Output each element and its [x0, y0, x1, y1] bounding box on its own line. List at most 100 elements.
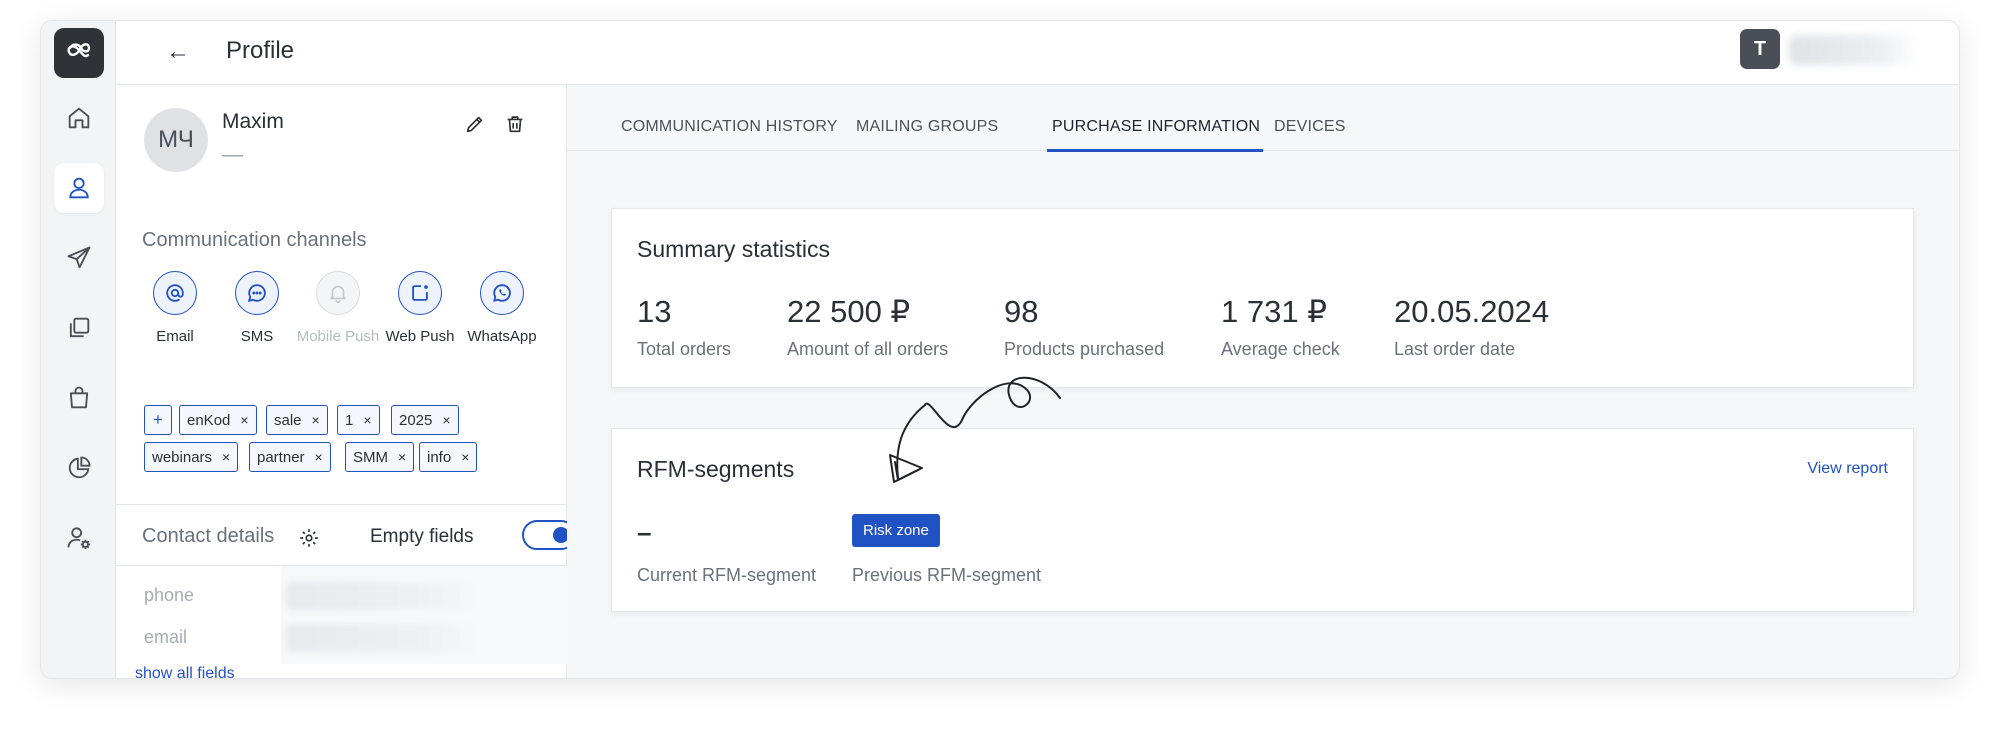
web-push-icon [412, 285, 428, 301]
sidebar-item-analytics[interactable] [54, 443, 104, 493]
current-rfm-value: – [637, 517, 652, 547]
rfm-segments-card: RFM-segments View report – Current RFM-s… [611, 428, 1914, 612]
channel-label: Mobile Push [296, 328, 380, 345]
stat-label: Amount of all orders [787, 339, 949, 359]
tab-purchase-information[interactable]: PURCHASE INFORMATION [1052, 118, 1260, 136]
remove-tag-icon[interactable]: × [240, 412, 248, 428]
stat-total-orders: 13 Total orders [637, 294, 731, 360]
stat-amount: 22 500 ₽ Amount of all orders [787, 294, 948, 360]
bag-icon [69, 386, 89, 409]
previous-rfm-badge: Risk zone [852, 514, 940, 547]
empty-fields-label: Empty fields [370, 526, 474, 547]
remove-tag-icon[interactable]: × [398, 449, 406, 465]
channel-label: Web Push [385, 328, 455, 345]
user-gear-icon [67, 527, 91, 550]
stat-value: 22 500 ₽ [787, 294, 911, 329]
contact-details-title: Contact details [142, 525, 275, 547]
stat-value: 98 [1004, 294, 1039, 329]
stat-label: Total orders [637, 339, 732, 359]
tag: 2025 × [391, 405, 459, 435]
stat-label: Products purchased [1004, 339, 1165, 359]
gear-icon[interactable] [298, 527, 320, 549]
tag: webinars × [144, 442, 239, 472]
channel-web-push[interactable]: Web Push [377, 271, 463, 345]
channel-label: SMS [240, 328, 274, 345]
add-tag-button[interactable]: + [144, 405, 172, 435]
tag: 1 × [337, 405, 380, 435]
channel-email[interactable]: Email [132, 271, 218, 345]
channel-mobile-push[interactable]: Mobile Push [295, 271, 381, 345]
contact-avatar: МЧ [144, 108, 208, 172]
whatsapp-icon [493, 284, 511, 302]
chat-icon [247, 284, 266, 303]
remove-tag-icon[interactable]: × [461, 449, 469, 465]
tag: info × [419, 442, 478, 472]
tab-devices[interactable]: DEVICES [1274, 118, 1346, 136]
channel-label: Email [156, 328, 194, 345]
remove-tag-icon[interactable]: × [363, 412, 371, 428]
remove-tag-icon[interactable]: × [222, 449, 230, 465]
back-button[interactable]: ← [166, 38, 190, 66]
divider [116, 504, 566, 505]
tag-label: 1 [345, 411, 354, 429]
view-report-link[interactable]: View report [1807, 460, 1888, 478]
phone-value-blurred [286, 582, 476, 610]
field-label-phone: phone [144, 585, 195, 605]
user-icon [69, 177, 89, 199]
tag: SMM × [345, 442, 415, 472]
sidebar-item-contacts[interactable] [54, 163, 104, 213]
profile-panel: МЧ Maxim — Communication channels Email [116, 85, 576, 678]
contact-subtitle: — [222, 143, 243, 166]
contact-name: Maxim [222, 110, 284, 133]
channel-sms[interactable]: SMS [214, 271, 300, 345]
main-content: COMMUNICATION HISTORY MAILING GROUPS PUR… [567, 85, 1959, 678]
summary-title: Summary statistics [637, 236, 830, 262]
channel-label: WhatsApp [467, 328, 537, 345]
sidebar [41, 21, 116, 678]
field-label-email: email [144, 627, 188, 647]
app-window: ← Profile T МЧ Maxim — Communication cha… [40, 20, 1960, 679]
email-value-blurred [286, 624, 476, 652]
at-icon [166, 284, 184, 302]
tab-mailing-groups[interactable]: MAILING GROUPS [856, 118, 998, 136]
tag-label: enKod [187, 411, 231, 429]
sidebar-item-user-settings[interactable] [54, 513, 104, 563]
remove-tag-icon[interactable]: × [442, 412, 450, 428]
app-logo[interactable] [54, 28, 104, 78]
channel-whatsapp[interactable]: WhatsApp [459, 271, 545, 345]
tab-communication-history[interactable]: COMMUNICATION HISTORY [621, 118, 838, 136]
tag-label: partner [257, 448, 305, 466]
edit-icon[interactable] [464, 113, 486, 135]
stat-value: 1 731 ₽ [1221, 294, 1327, 329]
sidebar-item-home[interactable] [54, 93, 104, 143]
stat-label: Average check [1221, 339, 1340, 359]
remove-tag-icon[interactable]: × [315, 449, 323, 465]
tag-label: sale [274, 411, 302, 429]
previous-rfm-label: Previous RFM-segment [852, 565, 1042, 585]
tag: enKod × [179, 405, 257, 435]
stat-label: Last order date [1394, 339, 1516, 359]
top-header: ← Profile T [116, 21, 1959, 85]
channels-title: Communication channels [142, 229, 367, 251]
tag-label: SMM [353, 448, 388, 466]
home-icon [68, 107, 90, 129]
current-rfm-label: Current RFM-segment [637, 565, 817, 585]
sidebar-item-shop[interactable] [54, 373, 104, 423]
tag-label: webinars [152, 448, 213, 466]
user-name-blurred[interactable] [1789, 35, 1919, 65]
stat-average-check: 1 731 ₽ Average check [1221, 294, 1340, 360]
sidebar-item-campaigns[interactable] [54, 233, 104, 283]
trash-icon[interactable] [504, 113, 526, 135]
tag: partner × [249, 442, 331, 472]
active-tab-indicator [1047, 149, 1263, 152]
user-avatar[interactable]: T [1740, 29, 1780, 69]
copy-icon [69, 317, 90, 338]
sidebar-item-templates[interactable] [54, 303, 104, 353]
stat-products: 98 Products purchased [1004, 294, 1164, 360]
summary-statistics-card: Summary statistics 13 Total orders 22 50… [611, 208, 1914, 388]
logo-icon [67, 43, 91, 58]
show-all-fields-link[interactable]: show all fields [135, 665, 235, 678]
tag-label: 2025 [399, 411, 433, 429]
send-icon [67, 246, 91, 269]
remove-tag-icon[interactable]: × [312, 412, 320, 428]
